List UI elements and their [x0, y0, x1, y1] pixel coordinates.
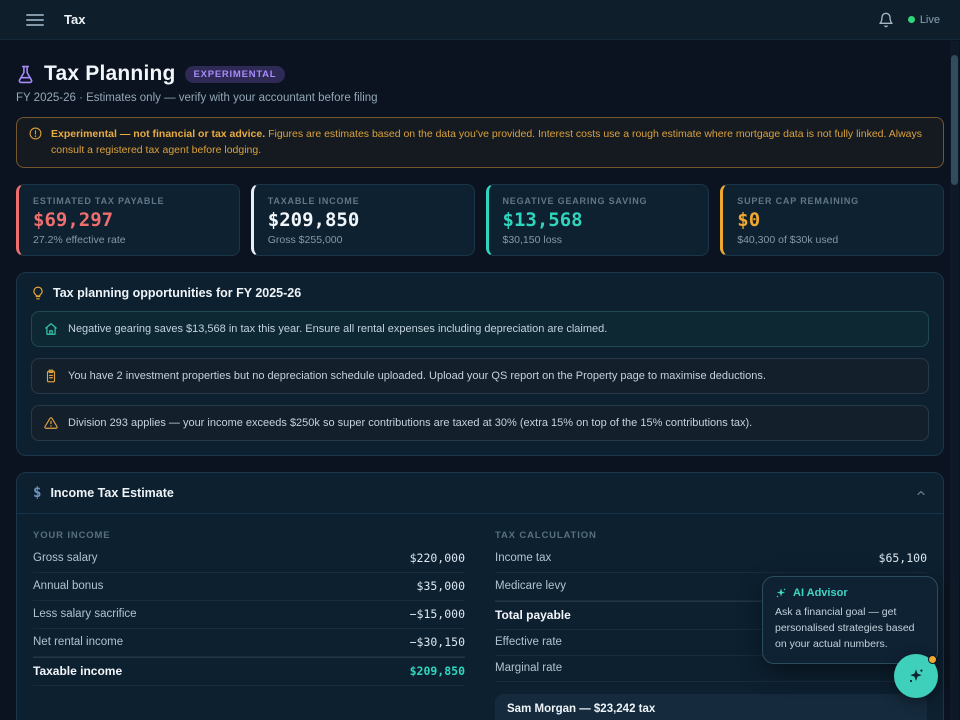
stat-sub: 27.2% effective rate — [33, 234, 225, 246]
calculation-column-header: TAX CALCULATION — [495, 524, 927, 545]
row-label: Gross salary — [33, 552, 98, 564]
page-title: Tax Planning — [44, 62, 176, 86]
table-row: Less salary sacrifice −$15,000 — [33, 601, 465, 629]
warning-banner-text: Experimental — not financial or tax advi… — [51, 126, 931, 159]
scrollbar-track[interactable] — [950, 41, 959, 720]
notification-dot-badge — [928, 655, 937, 664]
alert-circle-icon — [29, 127, 42, 140]
stat-label: ESTIMATED TAX PAYABLE — [33, 196, 225, 206]
row-label: Net rental income — [33, 636, 123, 648]
row-label: Taxable income — [33, 664, 122, 678]
row-value: −$15,000 — [410, 607, 465, 621]
row-label: Total payable — [495, 608, 571, 622]
opportunity-item-division-293: Division 293 applies — your income excee… — [31, 405, 929, 441]
opportunities-header: Tax planning opportunities for FY 2025-2… — [31, 286, 929, 300]
row-label: Annual bonus — [33, 580, 103, 592]
row-label: Medicare levy — [495, 580, 566, 592]
topbar-title: Tax — [64, 12, 85, 27]
stat-value: $13,568 — [503, 209, 695, 231]
table-row-taxable-income: Taxable income $209,850 — [33, 657, 465, 686]
row-label: Marginal rate — [495, 662, 562, 674]
stat-value: $0 — [737, 209, 929, 231]
stat-sub: Gross $255,000 — [268, 234, 460, 246]
clipboard-icon — [44, 369, 58, 383]
table-row: Annual bonus $35,000 — [33, 573, 465, 601]
ai-advisor-popup[interactable]: AI Advisor Ask a financial goal — get pe… — [762, 576, 938, 664]
opportunity-item-negative-gearing: Negative gearing saves $13,568 in tax th… — [31, 311, 929, 347]
stat-sub: $40,300 of $30k used — [737, 234, 929, 246]
stat-card-taxable-income: TAXABLE INCOME $209,850 Gross $255,000 — [251, 184, 475, 256]
opportunities-title: Tax planning opportunities for FY 2025-2… — [53, 286, 301, 300]
dollar-icon: $ — [33, 485, 41, 501]
table-row: Gross salary $220,000 — [33, 545, 465, 573]
chevron-up-icon[interactable] — [915, 487, 927, 499]
stat-sub: $30,150 loss — [503, 234, 695, 246]
stat-cards-row: ESTIMATED TAX PAYABLE $69,297 27.2% effe… — [16, 184, 944, 256]
topbar: Tax Live — [0, 0, 960, 40]
ai-advisor-popup-header: AI Advisor — [775, 587, 925, 599]
income-column-header: YOUR INCOME — [33, 524, 465, 545]
sparkles-icon — [906, 666, 926, 686]
notifications-bell-icon[interactable] — [878, 12, 894, 28]
row-label: Less salary sacrifice — [33, 608, 137, 620]
row-label: Income tax — [495, 552, 551, 564]
warning-triangle-icon — [44, 416, 58, 430]
warning-banner-bold: Experimental — not financial or tax advi… — [51, 128, 265, 140]
stat-card-negative-gearing-saving: NEGATIVE GEARING SAVING $13,568 $30,150 … — [486, 184, 710, 256]
stat-value: $69,297 — [33, 209, 225, 231]
ai-advisor-fab[interactable] — [894, 654, 938, 698]
row-label: Effective rate — [495, 636, 562, 648]
scrollbar-thumb[interactable] — [951, 55, 958, 185]
page-subtitle: FY 2025-26 · Estimates only — verify wit… — [16, 92, 944, 104]
opportunity-text: You have 2 investment properties but no … — [68, 370, 766, 382]
topbar-right: Live — [878, 12, 940, 28]
row-value: −$30,150 — [410, 635, 465, 649]
ai-advisor-title: AI Advisor — [793, 587, 848, 599]
opportunity-text: Negative gearing saves $13,568 in tax th… — [68, 323, 607, 335]
stat-card-super-cap-remaining: SUPER CAP REMAINING $0 $40,300 of $30k u… — [720, 184, 944, 256]
live-dot-icon — [908, 16, 915, 23]
table-row: Income tax $65,100 — [495, 545, 927, 573]
row-value: $220,000 — [410, 551, 465, 565]
live-label: Live — [920, 14, 940, 26]
income-column: YOUR INCOME Gross salary $220,000 Annual… — [33, 524, 465, 720]
menu-icon[interactable] — [26, 14, 44, 26]
row-value: $65,100 — [879, 551, 927, 565]
table-row: Net rental income −$30,150 — [33, 629, 465, 657]
stat-label: NEGATIVE GEARING SAVING — [503, 196, 695, 206]
experimental-badge: EXPERIMENTAL — [185, 66, 286, 83]
row-value: $209,850 — [410, 664, 465, 678]
partner-summary-line1: Sam Morgan — $23,242 tax — [507, 703, 915, 715]
sparkles-icon — [775, 587, 787, 599]
lightbulb-icon — [31, 286, 45, 300]
page-header: Tax Planning EXPERIMENTAL — [16, 62, 944, 86]
row-value: $35,000 — [417, 579, 465, 593]
ai-advisor-body: Ask a financial goal — get personalised … — [775, 605, 925, 652]
stat-label: TAXABLE INCOME — [268, 196, 460, 206]
estimate-title: Income Tax Estimate — [50, 486, 173, 500]
stat-value: $209,850 — [268, 209, 460, 231]
opportunities-card: Tax planning opportunities for FY 2025-2… — [16, 272, 944, 456]
live-indicator: Live — [908, 14, 940, 26]
stat-card-estimated-tax-payable: ESTIMATED TAX PAYABLE $69,297 27.2% effe… — [16, 184, 240, 256]
warning-banner: Experimental — not financial or tax advi… — [16, 117, 944, 168]
opportunity-item-depreciation: You have 2 investment properties but no … — [31, 358, 929, 394]
estimate-header[interactable]: $ Income Tax Estimate — [17, 473, 943, 514]
stat-label: SUPER CAP REMAINING — [737, 196, 929, 206]
opportunity-text: Division 293 applies — your income excee… — [68, 417, 752, 429]
flask-icon — [16, 65, 35, 84]
partner-summary: Sam Morgan — $23,242 tax Household total… — [495, 694, 927, 720]
house-icon — [44, 322, 58, 336]
